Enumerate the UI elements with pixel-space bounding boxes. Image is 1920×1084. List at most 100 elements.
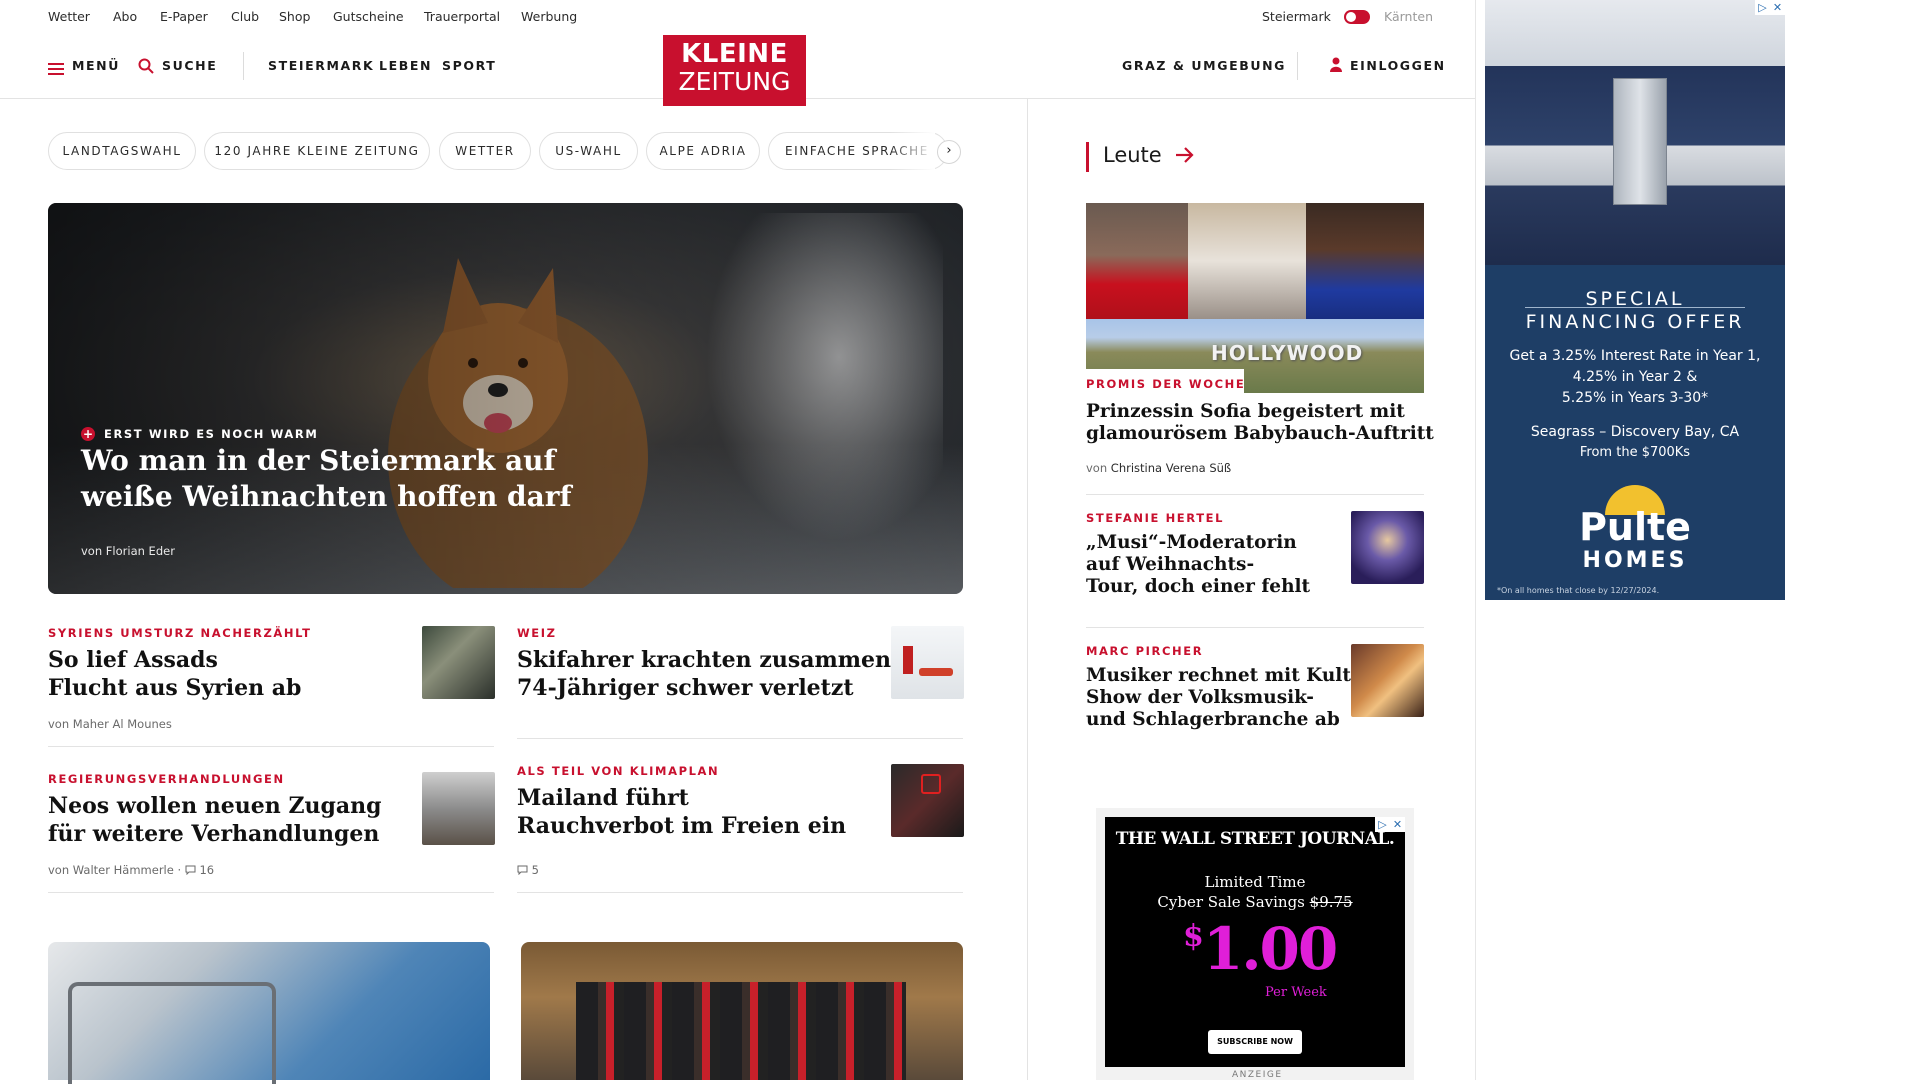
article4-divider (517, 892, 963, 893)
page-edge (1475, 0, 1476, 1080)
article4-thumbnail[interactable] (891, 764, 964, 837)
sidebar-item2-line2[interactable]: Show der Volksmusik- (1086, 687, 1314, 709)
article1-divider (48, 746, 494, 747)
ad-close-icon[interactable]: ✕ (1770, 0, 1785, 15)
article4-comment-count[interactable]: 5 (532, 863, 539, 877)
adchoices-icon[interactable]: ▷ (1755, 0, 1770, 15)
article4-title-line2[interactable]: Rauchverbot im Freien ein (517, 812, 846, 840)
article3-title-line1[interactable]: Neos wollen neuen Zugang (48, 792, 382, 820)
hero-card[interactable]: + ERST WIRD ES NOCH WARM Wo man in der S… (48, 203, 963, 594)
region-steiermark[interactable]: Steiermark (1262, 9, 1331, 24)
util-link-shop[interactable]: Shop (279, 9, 310, 24)
article3-dot: · (177, 863, 182, 877)
hero-title-line1[interactable]: Wo man in der Steiermark auf (81, 443, 555, 479)
sidebar-divider-2 (1086, 627, 1424, 628)
no-smoking-sign (921, 774, 941, 794)
topic-landtagswahl[interactable]: LANDTAGSWAHL (48, 132, 196, 170)
hero-byline: von Florian Eder (81, 544, 175, 558)
sidebar-lead-title-line2[interactable]: glamourösem Babybauch-Auftritt (1086, 423, 1434, 445)
util-link-abo[interactable]: Abo (113, 9, 137, 24)
search-icon[interactable] (138, 58, 154, 78)
ad-pulte-rule (1525, 307, 1745, 308)
util-link-trauerportal[interactable]: Trauerportal (424, 9, 500, 24)
article1-title-line1[interactable]: So lief Assads (48, 646, 218, 674)
sidebar-lead-image[interactable]: HOLLYWOOD (1086, 203, 1424, 393)
article4-title-line1[interactable]: Mailand führt (517, 784, 689, 812)
topic-wetter[interactable]: WETTER (439, 132, 531, 170)
nav-steiermark[interactable]: STEIERMARK (268, 58, 374, 73)
teaser-image-ski[interactable] (48, 942, 490, 1084)
sidebar-lead-byline: von Christina Verena Süß (1086, 461, 1231, 475)
ad-pulte-brand2: HOMES (1582, 548, 1688, 573)
ad-wsj-line2-wrap: Cyber Sale Savings $9.75 (1105, 893, 1405, 911)
nav-sport[interactable]: SPORT (442, 58, 496, 73)
topic-120-jahre[interactable]: 120 JAHRE KLEINE ZEITUNG (204, 132, 430, 170)
sidebar-item2-line1[interactable]: Musiker rechnet mit Kult- (1086, 665, 1359, 687)
ad-pulte-line7: From the $700Ks (1579, 445, 1691, 460)
sidebar-lead-title-line1[interactable]: Prinzessin Sofia begeistert mit (1086, 401, 1405, 423)
hero-title-line2[interactable]: weiße Weihnachten hoffen darf (81, 479, 572, 515)
article1-thumbnail[interactable] (422, 626, 495, 699)
article2-title-line1[interactable]: Skifahrer krachten zusammen: (517, 646, 899, 674)
util-link-wetter[interactable]: Wetter (48, 9, 90, 24)
sidebar-item1-line2[interactable]: auf Weihnachts- (1086, 554, 1254, 576)
logo[interactable]: KLEINE ZEITUNG (663, 35, 806, 106)
article3-byline: von Walter Hämmerle · 16 (48, 863, 214, 877)
article2-thumbnail[interactable] (891, 626, 964, 699)
sidebar-item1-line3[interactable]: Tour, doch einer fehlt (1086, 576, 1310, 598)
search-button[interactable]: SUCHE (162, 58, 217, 73)
ad-pulte-line6: Seagrass – Discovery Bay, CA (1530, 424, 1740, 440)
ad-label: ANZEIGE (1232, 1070, 1283, 1080)
region-toggle[interactable] (1344, 10, 1370, 24)
teaser-ski-lift (68, 982, 276, 1084)
util-link-epaper[interactable]: E-Paper (160, 9, 208, 24)
chevron-right-icon: › (946, 143, 952, 158)
article4-byline: 5 (517, 863, 539, 877)
ad-wsj-cta[interactable]: SUBSCRIBE NOW (1208, 1030, 1302, 1054)
sidebar-item1-kicker: STEFANIE HERTEL (1086, 511, 1225, 525)
util-link-werbung[interactable]: Werbung (521, 9, 577, 24)
menu-button[interactable]: MENÜ (72, 58, 120, 73)
ad-pulte-line4: 4.25% in Year 2 & (1572, 369, 1698, 385)
nav-leben[interactable]: LEBEN (379, 58, 432, 73)
article3-title-line2[interactable]: für weitere Verhandlungen (48, 820, 379, 848)
article1-kicker: SYRIENS UMSTURZ NACHERZÄHLT (48, 626, 312, 640)
pills-next-button[interactable]: › (937, 140, 961, 164)
ad-wsj-old-price: $9.75 (1309, 893, 1353, 911)
ad-wsj-price-dollar: $ (1183, 919, 1204, 954)
section-title-leute[interactable]: Leute (1103, 143, 1162, 167)
adchoices-icon[interactable]: ▷ (1375, 817, 1390, 832)
arrow-right-icon[interactable] (1175, 146, 1195, 168)
topic-alpe-adria[interactable]: ALPE ADRIA (646, 132, 760, 170)
ad-pulte[interactable]: SPECIAL FINANCING OFFER Get a 3.25% Inte… (1485, 0, 1785, 600)
comment-icon (517, 863, 532, 877)
lead-img-red-dress (1086, 203, 1188, 319)
login-button[interactable]: EINLOGGEN (1350, 58, 1446, 73)
teaser-image-government[interactable] (521, 942, 963, 1080)
ad-wsj[interactable]: THE WALL STREET JOURNAL. Limited Time Cy… (1105, 817, 1405, 1067)
sidebar-lead-by-prefix: von (1086, 461, 1108, 475)
article3-divider (48, 892, 494, 893)
article3-comment-count[interactable]: 16 (199, 863, 214, 877)
article3-author[interactable]: Walter Hämmerle (73, 863, 174, 877)
hero-author[interactable]: Florian Eder (106, 544, 175, 558)
sidebar-item2-line3[interactable]: und Schlagerbranche ab (1086, 709, 1340, 731)
sidebar-divider-1 (1086, 494, 1424, 495)
util-link-club[interactable]: Club (231, 9, 259, 24)
nav-graz[interactable]: GRAZ & UMGEBUNG (1122, 58, 1286, 73)
article2-title-line2[interactable]: 74-Jähriger schwer verletzt (517, 674, 854, 702)
user-icon[interactable] (1330, 57, 1342, 76)
sidebar-lead-author[interactable]: Christina Verena Süß (1111, 461, 1231, 475)
sidebar-item2-thumbnail[interactable] (1351, 644, 1424, 717)
article3-thumbnail[interactable] (422, 772, 495, 845)
ad-close-icon[interactable]: ✕ (1390, 817, 1405, 832)
topic-us-wahl[interactable]: US-WAHL (539, 132, 638, 170)
region-kaernten[interactable]: Kärnten (1384, 9, 1433, 24)
sidebar-item1-line1[interactable]: „Musi“-Moderatorin (1086, 532, 1297, 554)
ad-wsj-price: 1.00 (1203, 915, 1338, 983)
util-link-gutscheine[interactable]: Gutscheine (333, 9, 404, 24)
hamburger-icon[interactable] (48, 60, 64, 75)
sidebar-item1-thumbnail[interactable] (1351, 511, 1424, 584)
article1-author[interactable]: Maher Al Mounes (73, 717, 172, 731)
article1-title-line2[interactable]: Flucht aus Syrien ab (48, 674, 301, 702)
